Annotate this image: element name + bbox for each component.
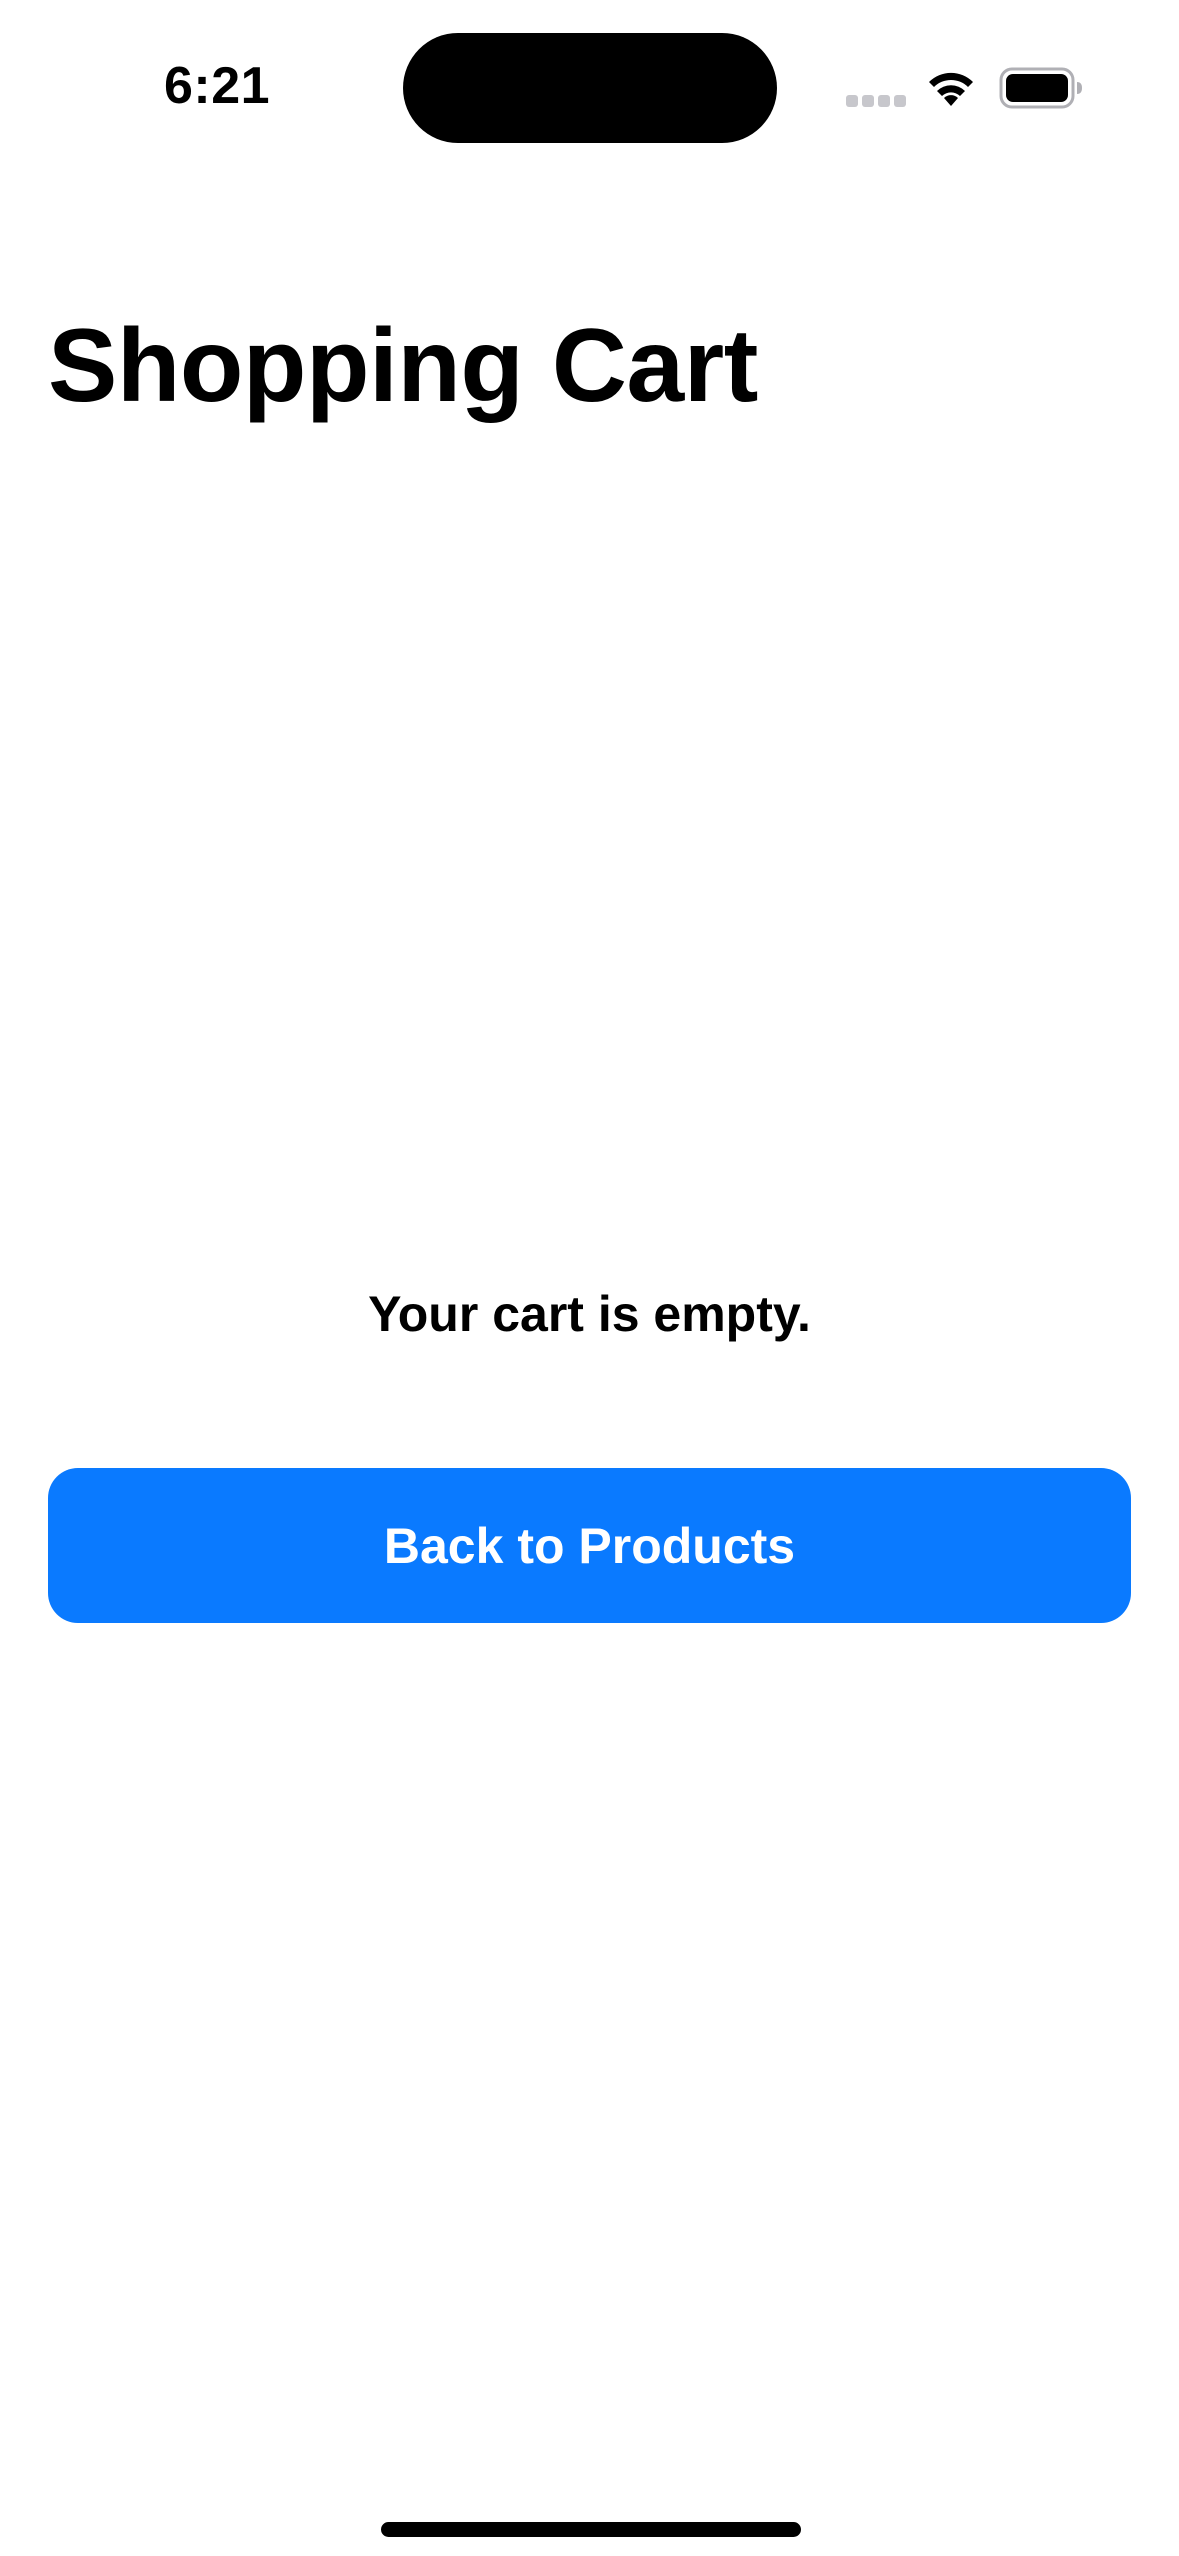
empty-cart-message: Your cart is empty. <box>368 1286 811 1342</box>
wifi-icon <box>929 72 973 106</box>
battery-icon <box>999 67 1082 109</box>
cellular-signal-icon <box>846 95 906 107</box>
back-to-products-button[interactable]: Back to Products <box>48 1468 1131 1623</box>
dynamic-island <box>403 33 777 143</box>
page-title: Shopping Cart <box>48 308 758 424</box>
home-indicator[interactable] <box>381 2522 801 2537</box>
back-to-products-label: Back to Products <box>383 1517 796 1574</box>
status-bar: 6:21 <box>0 0 1179 170</box>
status-time: 6:21 <box>164 57 271 115</box>
